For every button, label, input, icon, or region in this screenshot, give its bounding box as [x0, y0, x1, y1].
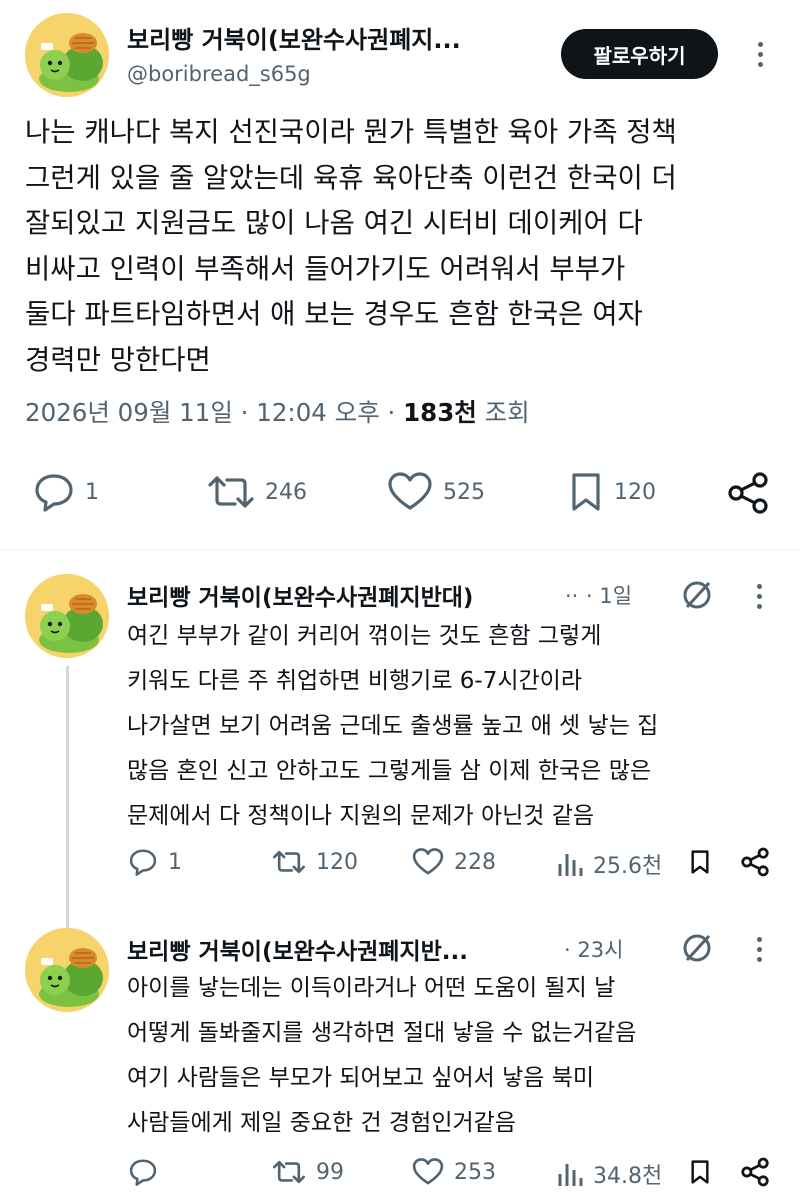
- reply-text-line: 사람들에게 제일 중요한 건 경험인거같음: [127, 1110, 516, 1136]
- reply-text-line: 키워도 다른 주 취업하면 비행기로 6-7시간이라: [127, 668, 583, 694]
- reply-time[interactable]: · 1일: [586, 580, 632, 610]
- like-action[interactable]: 253: [412, 1158, 496, 1186]
- tweet-text: 나는 캐나다 복지 선진국이라 뭔가 특별한 육아 가족 정책 그런게 있을 줄…: [25, 110, 677, 383]
- reply-text-line: 어떻게 돌봐줄지를 생각하면 절대 낳을 수 없는거같음: [127, 1020, 637, 1046]
- share-icon[interactable]: [740, 1157, 770, 1187]
- bookmark-action[interactable]: 120: [568, 472, 656, 512]
- turtle-avatar-icon: [25, 928, 109, 1012]
- reply-icon: [35, 474, 73, 512]
- tweet-date[interactable]: 2026년 09월 11일 · 12:04 오후 ·: [25, 398, 403, 427]
- like-count: 525: [443, 479, 485, 505]
- more-options-icon[interactable]: [757, 584, 765, 614]
- reply-text-line: 문제에서 다 정책이나 지원의 문제가 아닌것 같음: [127, 803, 595, 829]
- share-action[interactable]: [726, 472, 770, 514]
- reply-action[interactable]: 1: [128, 848, 182, 876]
- reply-author-name[interactable]: 보리빵 거북이(보완수사권폐지반...: [127, 932, 468, 966]
- retweet-count: 99: [316, 1159, 344, 1185]
- reply-text-line: 많음 혼인 신고 안하고도 그렇게들 삼 이제 한국은 많은: [127, 758, 652, 784]
- tweet-text-line: 둘다 파트타임하면서 애 보는 경우도 흔함 한국은 여자: [25, 298, 643, 330]
- avatar[interactable]: [25, 928, 109, 1012]
- grok-icon[interactable]: [680, 578, 714, 612]
- author-name[interactable]: 보리빵 거북이(보완수사권폐지...: [127, 20, 461, 55]
- reply-action[interactable]: [128, 1158, 168, 1186]
- reply-text: 아이를 낳는데는 이득이라거나 어떤 도움이 될지 날 어떻게 돌봐줄지를 생각…: [127, 966, 636, 1146]
- views-label: 조회: [476, 398, 530, 427]
- tweet-text-line: 경력만 망한다면: [25, 343, 211, 376]
- retweet-icon: [272, 850, 306, 874]
- retweet-count: 120: [316, 849, 358, 875]
- views-chart-icon: [558, 1164, 583, 1186]
- reply-time[interactable]: · 23시: [564, 934, 623, 964]
- like-count: 253: [454, 1159, 496, 1185]
- like-action[interactable]: 525: [387, 472, 485, 512]
- views-count: 183천: [403, 398, 477, 427]
- author-handle[interactable]: @boribread_s65g: [127, 62, 311, 86]
- tweet-text-line: 그런게 있을 줄 알았는데 육휴 육아단축 이런건 한국이 더: [25, 161, 677, 194]
- bookmark-icon: [572, 473, 600, 511]
- reply-count: 1: [168, 849, 182, 875]
- share-icon: [728, 472, 768, 514]
- bookmark-icon[interactable]: [689, 1158, 711, 1186]
- more-options-icon[interactable]: [758, 42, 766, 72]
- reply-text-line: 여기 사람들은 부모가 되어보고 싶어서 낳음 북미: [127, 1065, 595, 1091]
- heart-icon: [412, 848, 444, 875]
- tweet-text-line: 비싸고 인력이 부족해서 들어가기도 어려워서 부부가: [25, 252, 626, 285]
- like-action[interactable]: 228: [412, 848, 496, 876]
- bookmark-icon[interactable]: [689, 848, 711, 876]
- like-count: 228: [454, 849, 496, 875]
- heart-icon: [412, 1158, 444, 1185]
- heart-icon: [388, 472, 432, 510]
- views-count: 25.6천: [593, 854, 663, 879]
- reply-text-line: 여긴 부부가 같이 커리어 꺾이는 것도 흔함 그렇게: [127, 623, 602, 649]
- retweet-action[interactable]: 246: [207, 472, 307, 512]
- avatar[interactable]: [25, 13, 109, 97]
- retweet-count: 246: [265, 479, 307, 505]
- retweet-icon: [208, 476, 254, 508]
- views-chart-icon: [558, 854, 583, 876]
- reply-count: 1: [85, 479, 99, 505]
- reply-icon: [129, 1159, 157, 1186]
- more-options-icon[interactable]: [757, 937, 765, 967]
- views-action[interactable]: 34.8천: [557, 1158, 662, 1190]
- retweet-icon: [272, 1160, 306, 1184]
- retweet-action[interactable]: 99: [272, 1158, 344, 1186]
- retweet-action[interactable]: 120: [272, 848, 358, 876]
- tweet-text-line: 잘되있고 지원금도 많이 나옴 여긴 시터비 데이케어 다: [25, 207, 643, 239]
- reply-action[interactable]: 1: [33, 472, 99, 512]
- views-action[interactable]: 25.6천: [557, 848, 662, 880]
- follow-button[interactable]: 팔로우하기: [561, 29, 718, 79]
- views-count: 34.8천: [593, 1164, 663, 1189]
- bookmark-count: 120: [614, 479, 656, 505]
- turtle-avatar-icon: [25, 574, 109, 658]
- avatar[interactable]: [25, 574, 109, 658]
- grok-icon[interactable]: [680, 931, 714, 965]
- thread-line: [66, 666, 69, 928]
- divider: [0, 549, 800, 550]
- share-icon[interactable]: [740, 847, 770, 877]
- tweet-text-line: 나는 캐나다 복지 선진국이라 뭔가 특별한 육아 가족 정책: [25, 116, 677, 148]
- reply-ellipsis: ..: [565, 578, 579, 602]
- turtle-avatar-icon: [25, 13, 109, 97]
- reply-author-name[interactable]: 보리빵 거북이(보완수사권폐지반대): [127, 578, 473, 612]
- reply-text-line: 나가살면 보기 어려움 근데도 출생률 높고 애 셋 낳는 집: [127, 713, 659, 739]
- reply-text: 여긴 부부가 같이 커리어 꺾이는 것도 흔함 그렇게 키워도 다른 주 취업하…: [127, 614, 658, 839]
- reply-text-line: 아이를 낳는데는 이득이라거나 어떤 도움이 될지 날: [127, 975, 616, 1001]
- reply-icon: [129, 849, 157, 876]
- tweet-meta: 2026년 09월 11일 · 12:04 오후 · 183천 조회: [25, 394, 530, 429]
